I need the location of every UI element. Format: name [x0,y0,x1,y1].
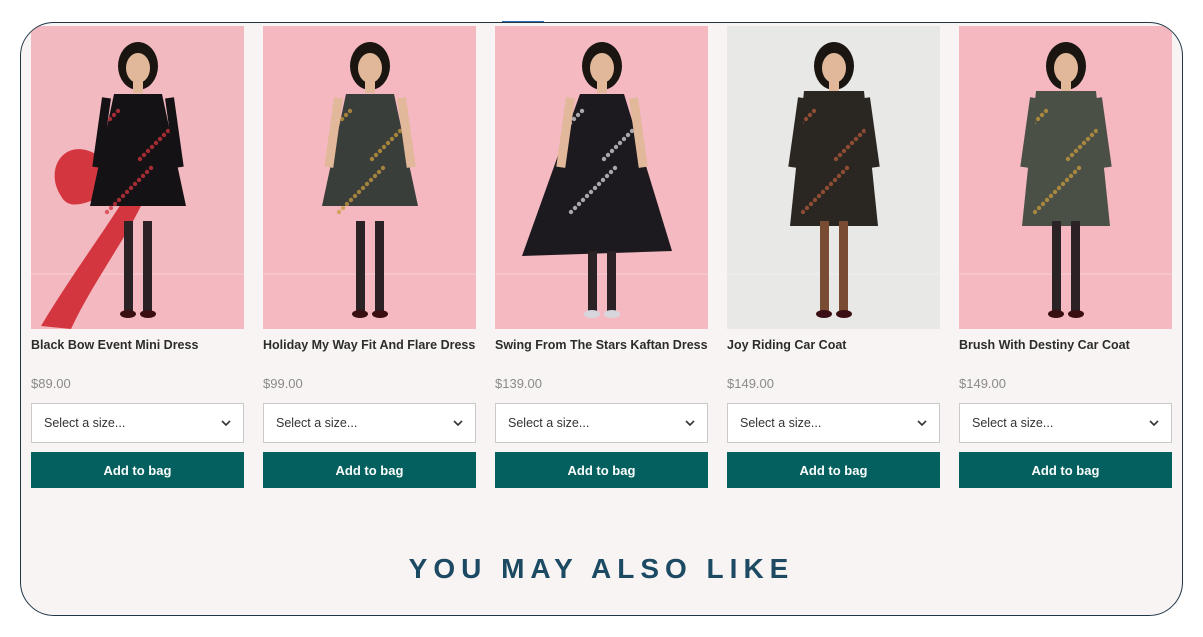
product-photo-illustration [727,26,940,329]
product-photo-illustration [263,26,476,329]
product-recommendations-panel: Black Bow Event Mini Dress $89.00 Select… [20,22,1183,616]
size-select[interactable]: Select a size... [959,403,1172,443]
product-title[interactable]: Brush With Destiny Car Coat [959,335,1172,377]
product-image[interactable] [263,26,476,329]
chevron-down-icon [917,420,927,427]
add-to-bag-button[interactable]: Add to bag [263,452,476,488]
product-title[interactable]: Black Bow Event Mini Dress [31,335,244,377]
chevron-down-icon [1149,420,1159,427]
product-card: Swing From The Stars Kaftan Dress $139.0… [495,26,708,488]
size-select[interactable]: Select a size... [263,403,476,443]
chevron-down-icon [221,420,231,427]
size-select-label: Select a size... [740,416,822,430]
size-select[interactable]: Select a size... [727,403,940,443]
size-select[interactable]: Select a size... [31,403,244,443]
size-select-label: Select a size... [276,416,358,430]
product-card: Holiday My Way Fit And Flare Dress $99.0… [263,26,476,488]
size-select-label: Select a size... [508,416,590,430]
product-photo-illustration [31,26,244,329]
size-select[interactable]: Select a size... [495,403,708,443]
product-price: $89.00 [31,376,71,391]
product-photo-illustration [959,26,1172,329]
add-to-bag-button[interactable]: Add to bag [727,452,940,488]
add-to-bag-button[interactable]: Add to bag [495,452,708,488]
product-card: Black Bow Event Mini Dress $89.00 Select… [31,26,244,488]
chevron-down-icon [685,420,695,427]
product-price: $149.00 [959,376,1006,391]
product-image[interactable] [31,26,244,329]
product-image[interactable] [959,26,1172,329]
product-title[interactable]: Joy Riding Car Coat [727,335,940,377]
chevron-down-icon [453,420,463,427]
product-title[interactable]: Swing From The Stars Kaftan Dress [495,335,708,377]
product-price: $139.00 [495,376,542,391]
product-image[interactable] [495,26,708,329]
product-image[interactable] [727,26,940,329]
product-photo-illustration [495,26,708,329]
add-to-bag-button[interactable]: Add to bag [31,452,244,488]
section-heading: YOU MAY ALSO LIKE [408,553,795,584]
product-card: Brush With Destiny Car Coat $149.00 Sele… [959,26,1172,488]
product-card: Joy Riding Car Coat $149.00 Select a siz… [727,26,940,488]
add-to-bag-button[interactable]: Add to bag [959,452,1172,488]
size-select-label: Select a size... [972,416,1054,430]
size-select-label: Select a size... [44,416,126,430]
product-price: $149.00 [727,376,774,391]
product-price: $99.00 [263,376,303,391]
product-title[interactable]: Holiday My Way Fit And Flare Dress [263,335,476,377]
